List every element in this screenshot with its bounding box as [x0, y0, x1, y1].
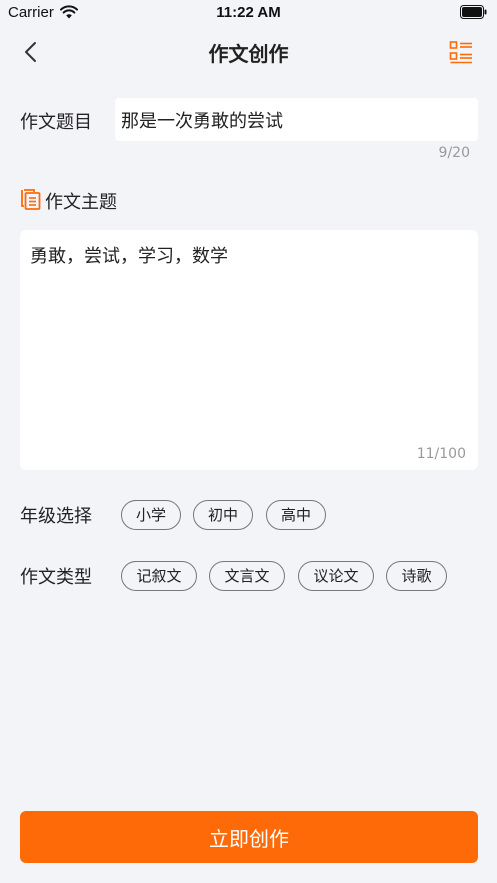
type-option-classical[interactable]: 文言文: [209, 561, 285, 591]
battery-icon: [460, 5, 487, 19]
type-option-narrative[interactable]: 记叙文: [121, 561, 197, 591]
type-label: 作文类型: [20, 567, 92, 588]
page-title: 作文创作: [208, 42, 289, 66]
grade-option-junior[interactable]: 初中: [193, 500, 253, 530]
title-input[interactable]: [115, 98, 478, 141]
grade-option-senior[interactable]: 高中: [266, 500, 326, 530]
type-option-poetry[interactable]: 诗歌: [386, 561, 447, 591]
theme-counter: 11/100: [416, 446, 466, 462]
status-time: 11:22 AM: [216, 4, 281, 21]
document-icon: [21, 189, 41, 210]
title-counter: 9/20: [438, 145, 470, 161]
theme-label: 作文主题: [45, 192, 117, 213]
title-label: 作文题目: [20, 112, 92, 133]
list-icon[interactable]: [449, 40, 473, 64]
grade-option-primary[interactable]: 小学: [121, 500, 181, 530]
create-button[interactable]: 立即创作: [20, 811, 478, 863]
status-bar: Carrier 11:22 AM: [0, 0, 497, 26]
theme-textarea[interactable]: 勇敢，尝试，学习，数学: [30, 242, 468, 432]
nav-bar: 作文创作: [0, 30, 497, 74]
grade-label: 年级选择: [20, 506, 92, 527]
theme-box: 勇敢，尝试，学习，数学 11/100: [20, 230, 478, 470]
type-option-argumentative[interactable]: 议论文: [298, 561, 374, 591]
